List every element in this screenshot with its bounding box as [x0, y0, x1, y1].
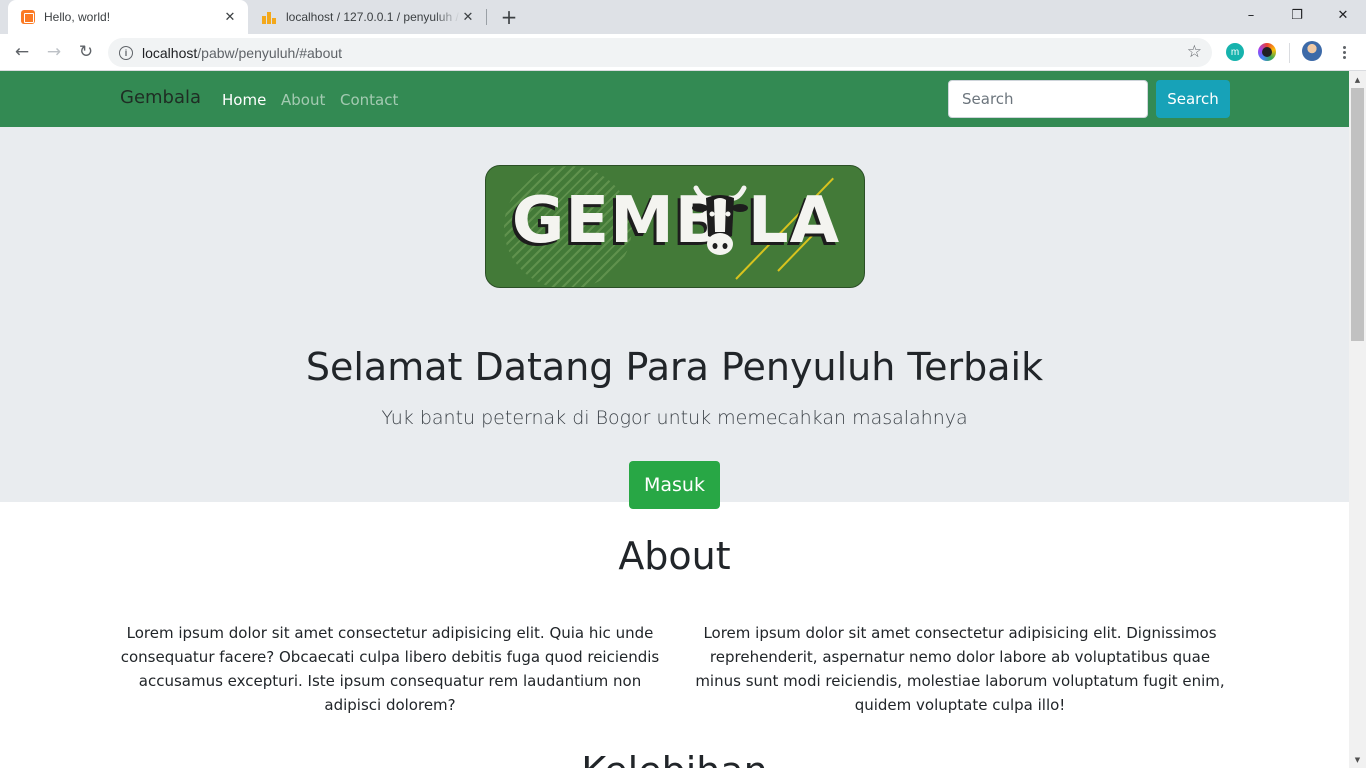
- maximize-icon[interactable]: ❐: [1274, 0, 1320, 30]
- close-icon[interactable]: ✕: [222, 9, 238, 25]
- search-button[interactable]: Search: [1156, 80, 1230, 118]
- hero-subtitle: Yuk bantu peternak di Bogor untuk memeca…: [381, 407, 968, 429]
- url-path: /pabw/penyuluh/#about: [197, 44, 343, 61]
- extension-m-icon[interactable]: m: [1226, 43, 1244, 61]
- nav-about-link[interactable]: About: [281, 91, 325, 109]
- forward-arrow-icon[interactable]: →: [40, 38, 68, 66]
- browser-tab-active[interactable]: Hello, world! ✕: [8, 0, 248, 34]
- close-icon[interactable]: ✕: [460, 9, 476, 25]
- navbar-brand[interactable]: Gembala: [120, 87, 201, 108]
- browser-menu-icon[interactable]: [1336, 41, 1352, 63]
- reload-icon[interactable]: ↻: [72, 38, 100, 66]
- kelebihan-heading: Kelebihan: [0, 749, 1349, 768]
- browser-toolbar: ← → ↻ i localhost/pabw/penyuluh/#about ☆…: [0, 34, 1366, 71]
- xampp-icon: [20, 9, 36, 25]
- browser-tab-bar: Hello, world! ✕ localhost / 127.0.0.1 / …: [0, 0, 1366, 34]
- search-input[interactable]: [948, 80, 1148, 118]
- tab-title: localhost / 127.0.0.1 / penyuluh /: [286, 10, 459, 24]
- info-icon[interactable]: i: [119, 45, 133, 60]
- hero-title: Selamat Datang Para Penyuluh Terbaik: [305, 345, 1044, 389]
- browser-tab-inactive[interactable]: localhost / 127.0.0.1 / penyuluh / ✕: [250, 0, 486, 34]
- window-close-icon[interactable]: ✕: [1320, 0, 1366, 30]
- hero-jumbotron: GEMB LA Selamat Datang Para Penyuluh Ter…: [0, 127, 1349, 509]
- bookmark-star-icon[interactable]: ☆: [1187, 42, 1202, 62]
- about-paragraph-left: Lorem ipsum dolor sit amet consectetur a…: [120, 624, 660, 714]
- cow-head-icon: [692, 185, 748, 255]
- page-scrollbar[interactable]: ▲ ▼: [1349, 71, 1366, 768]
- scroll-up-arrow-icon[interactable]: ▲: [1349, 71, 1366, 88]
- tab-separator: [486, 9, 487, 25]
- logo-wordmark: GEMB LA: [511, 184, 841, 258]
- about-heading: About: [618, 534, 731, 578]
- extension-color-icon[interactable]: [1258, 43, 1276, 61]
- tab-title: Hello, world!: [44, 10, 111, 24]
- url-host: localhost: [142, 44, 198, 61]
- page-viewport: Gembala Home About Contact Search GEMB L…: [0, 71, 1349, 768]
- site-navbar: Gembala Home About Contact Search: [0, 71, 1349, 127]
- nav-contact-link[interactable]: Contact: [340, 91, 398, 109]
- minimize-icon[interactable]: –: [1228, 0, 1274, 30]
- toolbar-separator: [1289, 43, 1290, 63]
- address-bar[interactable]: i localhost/pabw/penyuluh/#about ☆: [108, 38, 1212, 67]
- back-arrow-icon[interactable]: ←: [8, 38, 36, 66]
- new-tab-icon[interactable]: +: [498, 5, 520, 29]
- masuk-button[interactable]: Masuk: [629, 461, 720, 509]
- profile-avatar[interactable]: [1302, 41, 1322, 61]
- nav-home-link[interactable]: Home: [222, 91, 266, 109]
- scroll-thumb[interactable]: [1351, 88, 1364, 341]
- about-paragraph-right: Lorem ipsum dolor sit amet consectetur a…: [695, 624, 1225, 714]
- gembala-logo: GEMB LA: [485, 165, 865, 288]
- phpmyadmin-icon: [262, 9, 278, 25]
- scroll-down-arrow-icon[interactable]: ▼: [1349, 751, 1366, 768]
